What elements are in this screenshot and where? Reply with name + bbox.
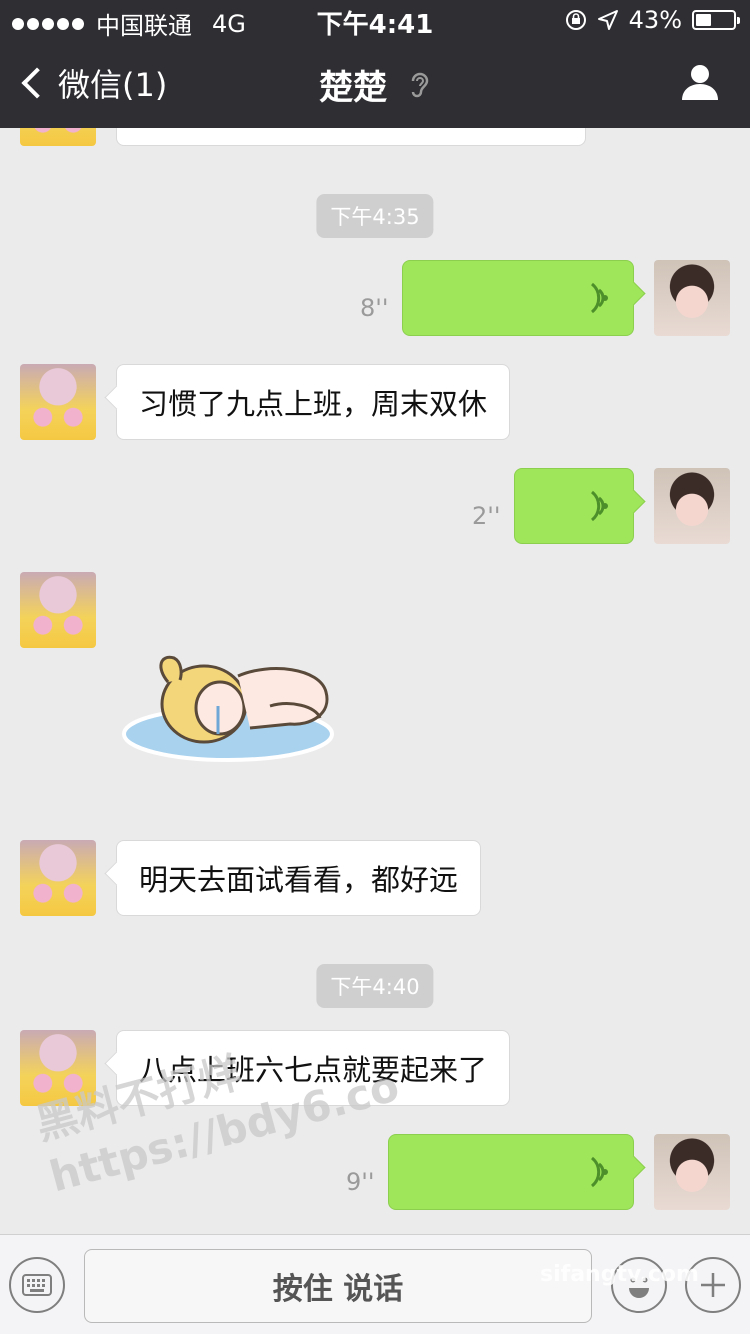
location-arrow-icon bbox=[597, 10, 618, 30]
voice-wave-icon bbox=[590, 490, 608, 522]
person-icon[interactable] bbox=[680, 62, 720, 102]
contact-avatar[interactable] bbox=[20, 572, 96, 648]
sleeping-bunny-sticker[interactable] bbox=[120, 648, 340, 768]
chat-title-container: 楚楚 bbox=[0, 60, 750, 109]
incoming-text-bubble[interactable]: 习惯了九点上班，周末双休 bbox=[116, 364, 511, 440]
incoming-bubble-partial bbox=[116, 128, 586, 146]
voice-wave-icon bbox=[590, 1156, 608, 1188]
keyboard-icon bbox=[22, 1274, 52, 1296]
voice-message-outgoing[interactable] bbox=[514, 468, 634, 544]
voice-wave-icon bbox=[590, 282, 608, 314]
incoming-text-bubble[interactable]: 明天去面试看看，都好远 bbox=[116, 840, 482, 916]
battery-fill bbox=[696, 14, 711, 26]
message-text: 习惯了九点上班，周末双休 bbox=[139, 387, 488, 421]
timestamp: 下午4:35 bbox=[316, 194, 434, 238]
battery-icon bbox=[692, 10, 740, 30]
orientation-lock-icon bbox=[565, 10, 586, 30]
my-avatar[interactable] bbox=[654, 1134, 730, 1210]
chat-title: 楚楚 bbox=[319, 68, 388, 108]
message-text: 明天去面试看看，都好远 bbox=[139, 863, 459, 897]
battery-percent: 43% bbox=[628, 6, 682, 34]
voice-duration: 2'' bbox=[472, 502, 501, 530]
keyboard-toggle-button[interactable] bbox=[9, 1257, 65, 1313]
contact-avatar[interactable] bbox=[20, 128, 96, 146]
contact-avatar[interactable] bbox=[20, 364, 96, 440]
voice-duration: 8'' bbox=[360, 294, 389, 322]
hold-to-talk-button[interactable]: 按住 说话 bbox=[84, 1249, 592, 1323]
site-watermark: sifangtv.com bbox=[540, 1262, 699, 1287]
voice-message-outgoing[interactable] bbox=[388, 1134, 634, 1210]
timestamp: 下午4:40 bbox=[316, 964, 434, 1008]
voice-message-outgoing[interactable] bbox=[402, 260, 634, 336]
ear-icon bbox=[411, 72, 429, 98]
plus-icon bbox=[701, 1273, 725, 1297]
my-avatar[interactable] bbox=[654, 468, 730, 544]
nav-bar: 微信(1) 楚楚 bbox=[0, 40, 750, 128]
contact-avatar[interactable] bbox=[20, 840, 96, 916]
voice-duration: 9'' bbox=[346, 1168, 375, 1196]
top-bar: 中国联通 4G 下午4:41 43% 微信(1) 楚楚 bbox=[0, 0, 750, 128]
status-bar: 中国联通 4G 下午4:41 43% bbox=[0, 0, 750, 40]
my-avatar[interactable] bbox=[654, 260, 730, 336]
